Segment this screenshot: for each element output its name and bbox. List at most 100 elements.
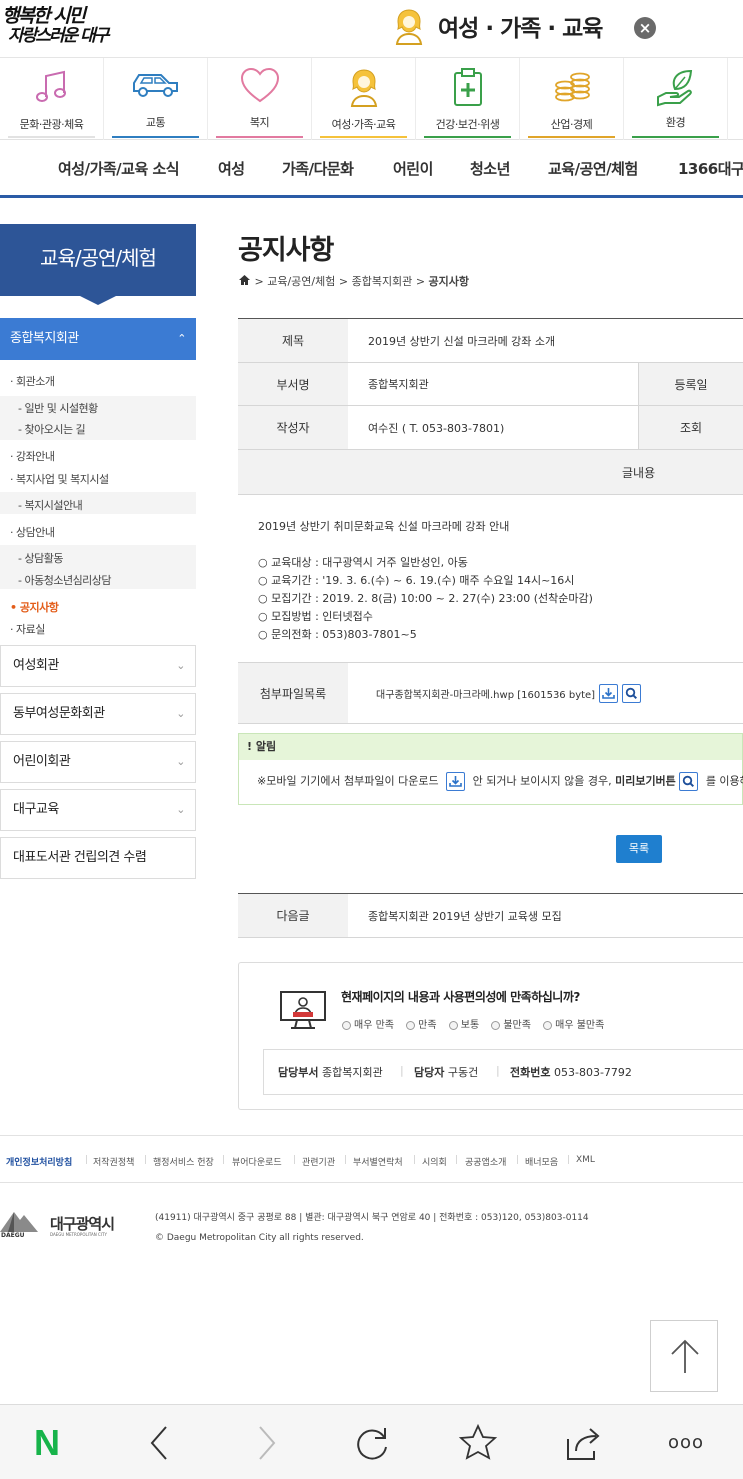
sidebar-box-library-opinion[interactable]: 대표도서관 건립의견 수렴 (0, 837, 196, 879)
subnav-item-education[interactable]: 교육/공연/체험 (548, 158, 638, 179)
category-underline (632, 136, 719, 138)
breadcrumb: > 교육/공연/체험 > 종합복지회관 > 공지사항 (238, 273, 469, 289)
survey-options: 매우 만족 만족 보통 불만족 매우 불만족 (342, 1016, 613, 1031)
sidebar-link-welfare-facility-guide[interactable]: - 복지시설안내 (18, 497, 83, 513)
radio-icon[interactable] (406, 1020, 416, 1030)
footer-link-banners[interactable]: 배너모음 (525, 1155, 558, 1168)
sidebar-link-directions[interactable]: - 찾아오시는 길 (18, 421, 86, 437)
sidebar-box-women-center[interactable]: 여성회관 ⌄ (0, 645, 196, 687)
preview-search-icon[interactable] (622, 683, 642, 703)
radio-option[interactable]: 보통 (448, 1020, 479, 1031)
subnav-item-women[interactable]: 여성 (218, 158, 245, 179)
footer-link-apps[interactable]: 공공앱소개 (465, 1155, 506, 1168)
refresh-icon[interactable] (352, 1423, 392, 1463)
footer-link-contacts[interactable]: 부서별연락처 (353, 1155, 403, 1168)
daegu-city-logo[interactable]: DAEGU 대구광역시 DAEGU METROPOLITAN CITY (0, 1206, 135, 1242)
footer-link-charter[interactable]: 행정서비스 헌장 (153, 1155, 214, 1168)
radio-icon[interactable] (491, 1020, 501, 1030)
radio-option[interactable]: 매우 불만족 (543, 1020, 604, 1031)
radio-option[interactable]: 불만족 (491, 1020, 531, 1031)
leaf-hand-icon (656, 69, 692, 107)
category-culture[interactable]: 문화·관광·체육 (0, 58, 104, 140)
radio-icon[interactable] (342, 1020, 351, 1030)
sidebar-link-counseling[interactable]: · 상담안내 (10, 524, 55, 540)
radio-option[interactable]: 만족 (406, 1020, 437, 1031)
logo-mark-text: DAEGU (1, 1232, 25, 1239)
woman-icon (395, 9, 423, 45)
next-post-link[interactable]: 종합복지회관 2019년 상반기 교육생 모집 (348, 894, 562, 937)
category-underline (8, 136, 95, 138)
category-health[interactable]: 건강·보건·위생 (416, 58, 520, 140)
sidebar-link-courses[interactable]: · 강좌안내 (10, 448, 55, 464)
category-welfare[interactable]: 복지 (208, 58, 312, 140)
subnav-item-1366[interactable]: 1366대구센 (678, 158, 743, 179)
title-value: 2019년 상반기 신설 마크라메 강좌 소개 (368, 334, 556, 348)
sidebar-item-welfare-center[interactable]: 종합복지회관 ⌃ (0, 318, 196, 360)
forward-icon[interactable] (246, 1423, 286, 1463)
sidebar-item-label: 종합복지회관 (10, 331, 79, 346)
dept-header: 부서명 (238, 363, 348, 405)
footer-link-privacy[interactable]: 개인정보처리방침 (6, 1155, 72, 1168)
home-icon[interactable] (238, 274, 251, 286)
footer-address: (41911) 대구광역시 중구 공평로 88 | 별관: 대구광역시 북구 연… (155, 1213, 589, 1223)
breadcrumb-sep: > (338, 275, 349, 288)
breadcrumb-welfare-center[interactable]: 종합복지회관 (352, 275, 413, 288)
footer-copyright: © Daegu Metropolitan City all rights res… (155, 1233, 364, 1243)
footer-link-council[interactable]: 시의회 (422, 1155, 447, 1168)
content-line: ○ 모집방법 : 인터넷접수 (258, 610, 373, 623)
footer-link-xml[interactable]: XML (576, 1155, 595, 1165)
sidebar-link-welfare-programs[interactable]: · 복지사업 및 복지시설 (10, 471, 109, 487)
sidebar-link-facilities[interactable]: - 일반 및 시설현황 (18, 400, 98, 416)
browser-toolbar: N ooo (0, 1404, 743, 1479)
footer-link-copyright[interactable]: 저작권정책 (93, 1155, 134, 1168)
satisfaction-survey: 현재페이지의 내용과 사용편의성에 만족하십니까? 매우 만족 만족 보통 불만… (238, 962, 743, 1110)
sidebar-box-children-center[interactable]: 어린이회관 ⌄ (0, 741, 196, 783)
radio-icon[interactable] (543, 1020, 553, 1030)
sidebar-link-child-counseling[interactable]: - 아동청소년심리상담 (18, 572, 112, 588)
breadcrumb-sep: > (415, 275, 426, 288)
medical-clipboard-icon (453, 68, 482, 106)
category-label: 교통 (145, 116, 166, 129)
category-underline (320, 136, 407, 138)
naver-home-button[interactable]: N (34, 1423, 74, 1463)
contact-person: 담당자 구동건 (414, 1066, 479, 1079)
category-label: 문화·관광·체육 (19, 118, 84, 131)
author-value: 여수진 ( T. 053-803-7801) (368, 421, 505, 435)
subnav-item-children[interactable]: 어린이 (393, 158, 433, 179)
sidebar-heading: 교육/공연/체험 (0, 224, 196, 296)
download-icon[interactable] (599, 683, 619, 703)
subnav-item-youth[interactable]: 청소년 (470, 158, 510, 179)
sidebar-box-daegu-education[interactable]: 대구교육 ⌄ (0, 789, 196, 831)
daegu-slogan-logo[interactable]: 행복한 시민 자랑스러운 대구 (2, 4, 132, 50)
table-row: 첨부파일목록 대구종합복지회관-마크라메.hwp [1601536 byte] (238, 663, 743, 724)
back-icon[interactable] (140, 1423, 180, 1463)
sidebar-link-counseling-activities[interactable]: - 상담활동 (18, 550, 63, 566)
content-line: ○ 모집기간 : 2019. 2. 8(금) 10:00 ~ 2. 27(수) … (258, 592, 593, 605)
category-traffic[interactable]: 교통 (104, 58, 208, 140)
footer-link-agencies[interactable]: 관련기관 (302, 1155, 335, 1168)
radio-icon[interactable] (448, 1020, 458, 1030)
radio-option[interactable]: 매우 만족 (342, 1020, 394, 1031)
breadcrumb-education[interactable]: 교육/공연/체험 (267, 275, 335, 288)
category-women-family-education[interactable]: 여성·가족·교육 (312, 58, 416, 140)
logo-line-1: 행복한 시민 (2, 5, 86, 27)
attachment-filename[interactable]: 대구종합복지회관-마크라메.hwp [1601536 byte] (376, 686, 595, 701)
sidebar-link-archive[interactable]: · 자료실 (10, 621, 45, 637)
sidebar-box-east-women-center[interactable]: 동부여성문화회관 ⌄ (0, 693, 196, 735)
sidebar-link-notices[interactable]: • 공지사항 (10, 599, 59, 615)
category-label: 여성·가족·교육 (331, 118, 396, 131)
subnav-item-family[interactable]: 가족/다문화 (282, 158, 354, 179)
star-bookmark-icon[interactable] (458, 1423, 498, 1463)
footer-link-viewer[interactable]: 뷰어다운로드 (232, 1155, 282, 1168)
attachment-header: 첨부파일목록 (238, 663, 348, 723)
share-icon[interactable] (564, 1423, 604, 1463)
category-industry-economy[interactable]: 산업·경제 (520, 58, 624, 140)
more-menu-icon[interactable]: ooo (668, 1423, 708, 1463)
category-environment[interactable]: 환경 (624, 58, 728, 140)
scroll-to-top-button[interactable] (650, 1320, 718, 1392)
content-header: 글내용 (238, 450, 743, 494)
list-button[interactable]: 목록 (616, 835, 662, 863)
sidebar-link-about[interactable]: · 회관소개 (10, 373, 55, 389)
close-icon[interactable]: × (634, 17, 656, 39)
subnav-item-news[interactable]: 여성/가족/교육 소식 (58, 158, 180, 179)
